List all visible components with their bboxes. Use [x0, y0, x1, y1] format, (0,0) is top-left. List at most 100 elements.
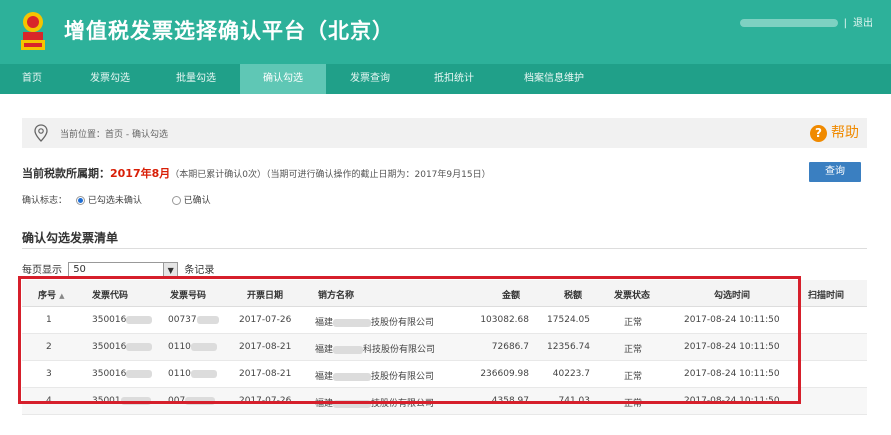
col-no[interactable]: 序号 ▲	[38, 288, 65, 301]
masked-text	[190, 342, 217, 351]
masked-text	[190, 369, 217, 378]
page-size-control: 每页显示 50 ▼ 条记录	[22, 261, 214, 279]
page-size-prefix: 每页显示	[22, 265, 62, 276]
divider	[22, 248, 867, 249]
confirm-flag-label: 确认标志：	[22, 196, 68, 206]
page-size-select[interactable]: 50 ▼	[68, 261, 179, 279]
cell-seller: 福建 技股份有限公司	[315, 372, 435, 382]
nav-home[interactable]: 首页	[14, 64, 50, 94]
location-pin-icon	[34, 124, 48, 142]
cell-tax: 741.03	[558, 396, 591, 406]
cell-select-time: 2017-08-24 10:11:50	[684, 396, 780, 406]
masked-text	[126, 369, 153, 378]
col-amount: 金额	[502, 291, 521, 301]
cell-date: 2017-08-21	[239, 342, 292, 352]
nav-invoice-select[interactable]: 发票勾选	[78, 64, 142, 94]
col-tax: 税额	[564, 291, 583, 301]
cell-amount: 103082.68	[480, 315, 529, 325]
masked-text	[126, 315, 153, 324]
section-title: 确认勾选发票清单	[22, 231, 119, 245]
tax-emblem-icon	[21, 12, 45, 50]
cell-status: 正常	[624, 399, 643, 409]
col-status: 发票状态	[614, 291, 651, 301]
masked-text	[333, 372, 372, 381]
breadcrumb-bar: 当前位置：首页 - 确认勾选 ? 帮助	[22, 118, 867, 148]
cell-no: 1	[46, 315, 52, 325]
tax-period-label: 当前税款所属期：	[22, 167, 110, 180]
table-header: 序号 ▲ 发票代码 发票号码 开票日期 销方名称 金额 税额 发票状态 勾选时间…	[22, 280, 867, 307]
cell-no: 3	[46, 369, 52, 379]
breadcrumb: 当前位置：首页 - 确认勾选	[60, 130, 168, 140]
cell-amount: 72686.7	[491, 342, 529, 352]
cell-amount: 4358.97	[491, 396, 529, 406]
masked-text	[333, 318, 372, 327]
cell-status: 正常	[624, 345, 643, 355]
cell-date: 2017-07-26	[239, 396, 292, 406]
main-nav: 首页 发票勾选 批量勾选 确认勾选 发票查询 抵扣统计 档案信息维护	[0, 64, 891, 94]
user-area: | 退出	[739, 14, 873, 29]
help-button[interactable]: ? 帮助	[810, 123, 859, 143]
page-size-suffix: 条记录	[184, 265, 215, 276]
table-row[interactable]: 2 350016 0110 2017-08-21 福建 科技股份有限公司 7268…	[22, 334, 867, 361]
question-icon: ?	[810, 124, 827, 142]
app-title: 增值税发票选择确认平台（北京）	[64, 19, 394, 43]
logout-link[interactable]: 退出	[853, 18, 873, 29]
masked-text	[196, 315, 219, 324]
nav-deduction-stats[interactable]: 抵扣统计	[422, 64, 486, 94]
masked-text	[126, 342, 153, 351]
cell-code: 350016	[92, 315, 153, 325]
col-select-time: 勾选时间	[714, 291, 751, 301]
cell-number: 007	[168, 396, 216, 406]
masked-text	[120, 396, 151, 405]
cell-date: 2017-08-21	[239, 369, 292, 379]
cell-tax: 40223.7	[552, 369, 590, 379]
cell-number: 0110	[168, 369, 217, 379]
tax-period-note: （本期已累计确认0次）（当期可进行确认操作的截止日期为：2017年9月15日）	[170, 170, 491, 180]
radio-unconfirmed-label[interactable]: 已勾选未确认	[88, 196, 142, 206]
cell-select-time: 2017-08-24 10:11:50	[684, 315, 780, 325]
cell-tax: 17524.05	[547, 315, 590, 325]
cell-number: 0110	[168, 342, 217, 352]
cell-tax: 12356.74	[547, 342, 590, 352]
cell-code: 350016	[92, 342, 153, 352]
cell-no: 2	[46, 342, 52, 352]
cell-date: 2017-07-26	[239, 315, 292, 325]
masked-text	[185, 396, 216, 405]
chevron-down-icon[interactable]: ▼	[163, 262, 178, 278]
query-button[interactable]: 查询	[809, 162, 861, 182]
nav-confirm-select[interactable]: 确认勾选	[240, 64, 326, 94]
cell-select-time: 2017-08-24 10:11:50	[684, 342, 780, 352]
app-header: 增值税发票选择确认平台（北京） | 退出	[0, 0, 891, 64]
tax-period-value: 2017年8月	[110, 167, 171, 180]
nav-archive-maintenance[interactable]: 档案信息维护	[512, 64, 596, 94]
help-label: 帮助	[831, 125, 859, 141]
cell-number: 00737	[168, 315, 219, 325]
page-size-value: 50	[73, 263, 86, 275]
radio-confirmed[interactable]	[171, 196, 181, 205]
cell-seller: 福建 技股份有限公司	[315, 399, 435, 409]
col-code: 发票代码	[92, 291, 129, 301]
nav-batch-select[interactable]: 批量勾选	[164, 64, 228, 94]
col-scan-time: 扫描时间	[808, 291, 845, 301]
radio-unconfirmed[interactable]	[75, 196, 85, 205]
confirm-flag-row: 确认标志： 已勾选未确认 已确认	[22, 193, 211, 206]
cell-select-time: 2017-08-24 10:11:50	[684, 369, 780, 379]
col-seller: 销方名称	[318, 291, 355, 301]
col-number: 发票号码	[170, 291, 207, 301]
cell-amount: 236609.98	[480, 369, 529, 379]
table-row[interactable]: 1 350016 00737 2017-07-26 福建 技股份有限公司 1030…	[22, 307, 867, 334]
masked-text	[333, 345, 364, 354]
col-date: 开票日期	[247, 291, 284, 301]
sort-icon[interactable]: ▲	[59, 292, 64, 300]
cell-no: 4	[46, 396, 52, 406]
table-row[interactable]: 4 35001 007 2017-07-26 福建 技股份有限公司 4358.97…	[22, 388, 867, 415]
tax-period: 当前税款所属期：2017年8月（本期已累计确认0次）（当期可进行确认操作的截止日…	[22, 165, 491, 181]
cell-status: 正常	[624, 318, 643, 328]
radio-confirmed-label[interactable]: 已确认	[184, 196, 211, 206]
cell-status: 正常	[624, 372, 643, 382]
nav-invoice-query[interactable]: 发票查询	[338, 64, 402, 94]
masked-text	[333, 399, 372, 408]
table-row[interactable]: 3 350016 0110 2017-08-21 福建 技股份有限公司 23660…	[22, 361, 867, 388]
cell-seller: 福建 科技股份有限公司	[315, 345, 436, 355]
cell-seller: 福建 技股份有限公司	[315, 318, 435, 328]
